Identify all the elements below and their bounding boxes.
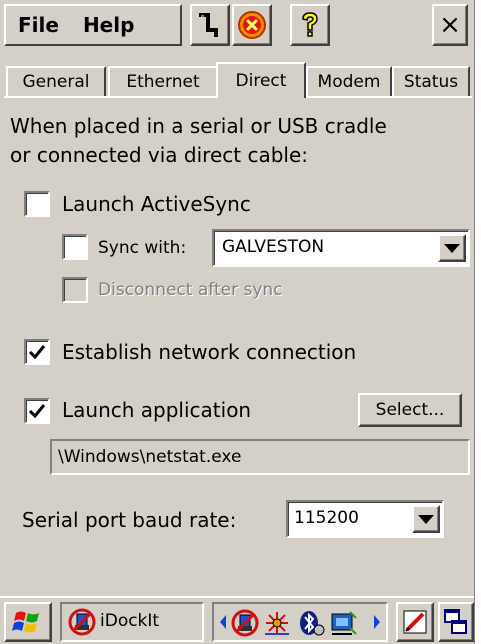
- idockit-taskbar-button[interactable]: iDockIt: [60, 602, 204, 642]
- sync-with-select[interactable]: GALVESTON: [212, 229, 470, 267]
- sync-with-checkbox[interactable]: [62, 234, 88, 260]
- close-button[interactable]: ×: [432, 4, 468, 46]
- baud-rate-select[interactable]: 115200: [286, 500, 444, 538]
- app-path-value: \Windows\netstat.exe: [58, 447, 242, 467]
- checkmark-icon: [28, 404, 46, 419]
- notification-tray: [212, 602, 388, 642]
- stop-icon: [238, 11, 266, 39]
- checkmark-icon: [28, 345, 46, 360]
- switch-windows-button[interactable]: [438, 602, 474, 642]
- taskbar: iDockIt: [0, 596, 474, 644]
- app-path-field[interactable]: \Windows\netstat.exe: [50, 439, 470, 475]
- stop-button[interactable]: [232, 4, 272, 46]
- help-question-icon: [302, 12, 318, 37]
- intro-line-2: or connected via direct cable:: [10, 143, 308, 167]
- tray-scroll-right-icon[interactable]: [372, 612, 382, 632]
- tab-direct[interactable]: Direct: [216, 62, 306, 98]
- tab-ethernet[interactable]: Ethernet: [108, 66, 218, 96]
- chevron-down-icon: [444, 243, 460, 253]
- idockit-app-icon: [68, 608, 96, 636]
- taskbar-app-label: iDockIt: [100, 611, 160, 631]
- establish-network-label: Establish network connection: [62, 340, 357, 364]
- help-question-button[interactable]: [290, 4, 330, 46]
- tab-status[interactable]: Status: [392, 66, 470, 96]
- network-wire-button[interactable]: [190, 4, 230, 46]
- network-wire-icon: [199, 13, 218, 37]
- sync-with-value: GALVESTON: [222, 237, 325, 257]
- idockit-window: File Help × General Ethernet Direct Mode…: [0, 0, 475, 644]
- chevron-down-icon: [418, 514, 434, 524]
- tab-general[interactable]: General: [6, 66, 106, 96]
- menu-help[interactable]: Help: [71, 13, 146, 37]
- sync-with-label: Sync with:: [98, 238, 187, 258]
- intro-line-1: When placed in a serial or USB cradle: [10, 114, 387, 138]
- establish-network-checkbox[interactable]: [24, 339, 50, 365]
- input-panel-button[interactable]: [396, 602, 434, 642]
- tray-scroll-left-icon[interactable]: [218, 612, 228, 632]
- menu-group: File Help: [4, 4, 182, 46]
- launch-application-label: Launch application: [62, 398, 252, 422]
- tab-modem[interactable]: Modem: [306, 66, 392, 96]
- baud-rate-dropdown-button[interactable]: [412, 505, 440, 533]
- wireless-tray-icon[interactable]: [328, 608, 360, 638]
- close-icon: ×: [439, 10, 461, 40]
- launch-activesync-checkbox[interactable]: [24, 191, 50, 217]
- pen-input-icon: [403, 610, 427, 634]
- bluetooth-tray-icon[interactable]: [296, 608, 326, 638]
- network-tray-icon[interactable]: [262, 608, 292, 638]
- disconnect-after-sync-checkbox[interactable]: [62, 277, 88, 303]
- disconnect-after-sync-label: Disconnect after sync: [98, 280, 283, 300]
- menu-bar: File Help ×: [0, 0, 474, 50]
- baud-rate-value: 115200: [294, 508, 359, 528]
- start-button[interactable]: [4, 602, 52, 642]
- baud-rate-label: Serial port baud rate:: [22, 508, 237, 532]
- launch-application-checkbox[interactable]: [24, 398, 50, 424]
- windows-flag-icon: [12, 611, 39, 633]
- select-button[interactable]: Select...: [358, 393, 462, 427]
- launch-activesync-label: Launch ActiveSync: [62, 192, 251, 216]
- cascade-windows-icon: [444, 609, 467, 634]
- activesync-tray-icon[interactable]: [230, 608, 260, 638]
- menu-file[interactable]: File: [6, 13, 71, 37]
- sync-with-dropdown-button[interactable]: [438, 234, 466, 262]
